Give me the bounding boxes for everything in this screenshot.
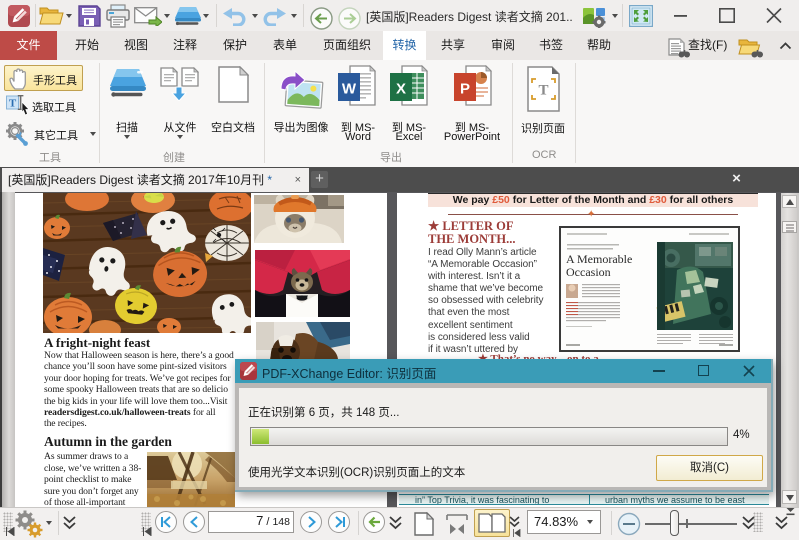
svg-text:P: P bbox=[460, 81, 470, 98]
svg-text:T: T bbox=[9, 98, 17, 110]
svg-text:A Memorable: A Memorable bbox=[566, 252, 632, 266]
svg-text:Occasion: Occasion bbox=[566, 265, 611, 279]
svg-text:T: T bbox=[538, 83, 548, 99]
svg-text:W: W bbox=[342, 81, 357, 98]
svg-text:X: X bbox=[396, 81, 406, 98]
